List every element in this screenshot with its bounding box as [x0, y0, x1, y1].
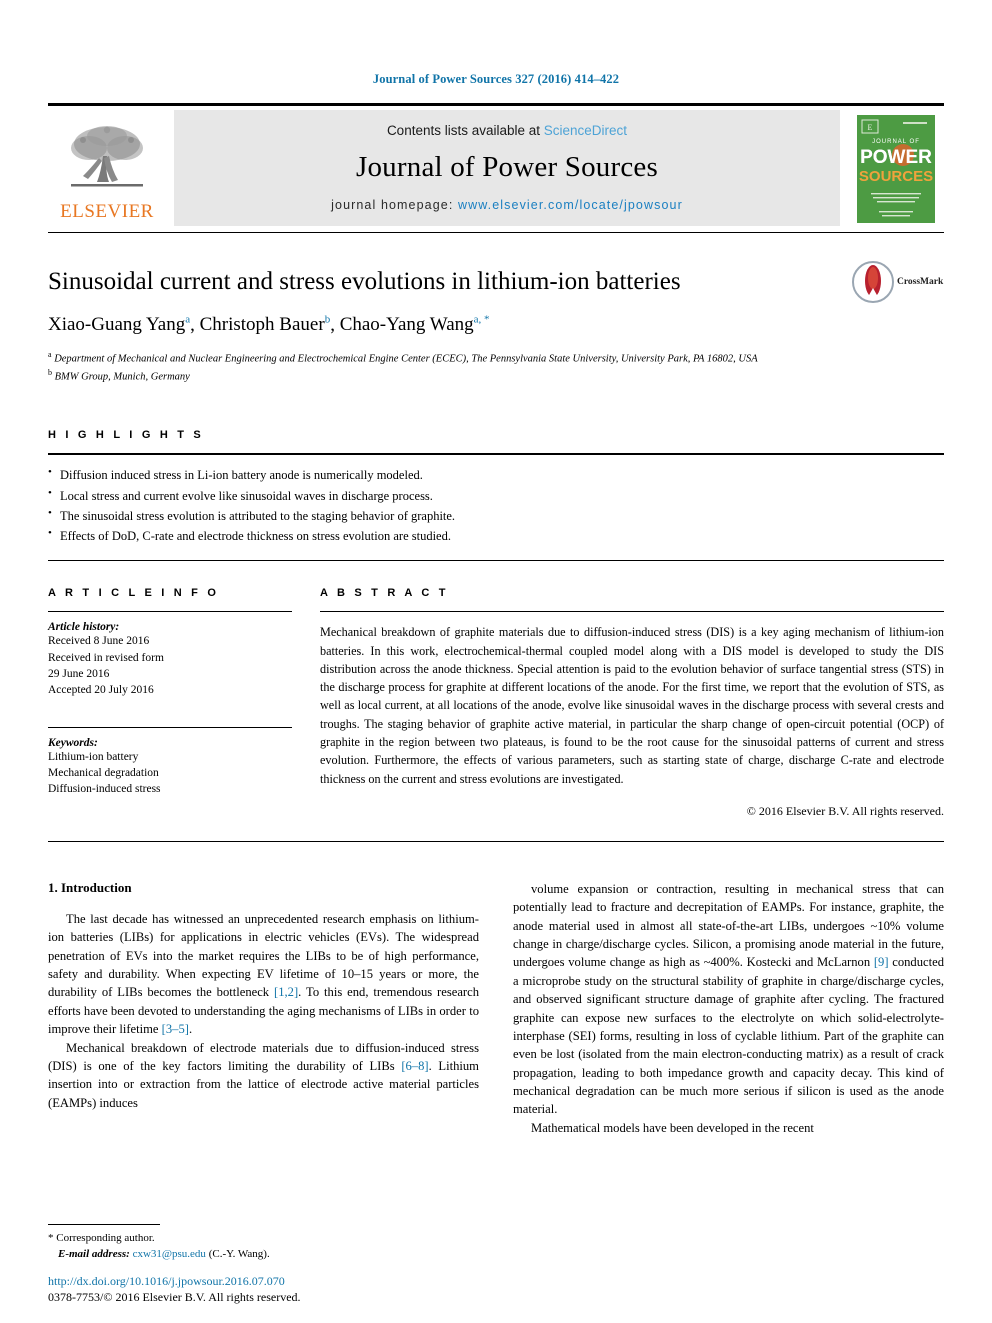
article-history-line: 29 June 2016: [48, 667, 110, 680]
author-1-affiliation-mark: a: [185, 314, 191, 326]
keywords-label: Keywords:: [48, 736, 98, 749]
journal-title: Journal of Power Sources: [356, 150, 658, 183]
paragraph-text: .: [188, 1022, 193, 1037]
elsevier-tree-icon: [71, 125, 143, 186]
paragraph: volume expansion or contraction, resulti…: [513, 880, 944, 1119]
citation-link[interactable]: [1,2]: [274, 985, 298, 999]
homepage-prefix: journal homepage:: [331, 197, 458, 212]
elsevier-logo: ELSEVIER: [48, 106, 166, 232]
abstract-text: Mechanical breakdown of graphite materia…: [320, 625, 944, 786]
list-item: Diffusion induced stress in Li-ion batte…: [48, 464, 944, 485]
keywords-block: Keywords: Lithium-ion battery Mechanical…: [48, 737, 292, 798]
journal-masthead: ELSEVIER Contents lists available at Sci…: [48, 103, 944, 232]
article-info-column: A R T I C L E I N F O Article history: R…: [48, 587, 320, 819]
journal-homepage-link[interactable]: www.elsevier.com/locate/jpowsour: [458, 198, 683, 212]
info-abstract-section: A R T I C L E I N F O Article history: R…: [48, 587, 944, 819]
abstract-heading: A B S T R A C T: [320, 587, 449, 600]
highlights-list: Diffusion induced stress in Li-ion batte…: [48, 455, 944, 546]
author-3-affiliation-mark: a, *: [473, 314, 490, 326]
contents-available-line: Contents lists available at ScienceDirec…: [387, 123, 627, 138]
crossmark-badge[interactable]: CrossMark: [852, 259, 944, 305]
keyword-item: Lithium-ion battery: [48, 750, 139, 763]
body-column-right: volume expansion or contraction, resulti…: [513, 880, 944, 1137]
author-1-name: Xiao-Guang Yang: [48, 314, 186, 336]
article-history-line: Received in revised form: [48, 651, 164, 664]
svg-text:E: E: [868, 123, 873, 132]
body-column-left: 1. Introduction The last decade has witn…: [48, 880, 479, 1137]
article-page: Journal of Power Sources 327 (2016) 414–…: [0, 0, 992, 1323]
affiliation-b-mark: b: [48, 368, 52, 378]
list-item: The sinusoidal stress evolution is attri…: [48, 505, 944, 526]
svg-text:JOURNAL OF: JOURNAL OF: [872, 139, 920, 145]
article-info-rule: [48, 611, 292, 613]
masthead-center: Contents lists available at ScienceDirec…: [174, 110, 840, 226]
crossmark-icon: [852, 261, 894, 303]
article-info-heading: A R T I C L E I N F O: [48, 587, 220, 600]
citation-link[interactable]: [6–8]: [401, 1059, 428, 1073]
author-3: Chao-Yang Wanga, *: [340, 314, 490, 335]
author-2-name: Christoph Bauer: [199, 314, 325, 336]
corresponding-author-footnote: * Corresponding author. E-mail address: …: [48, 1224, 480, 1263]
doi-link[interactable]: http://dx.doi.org/10.1016/j.jpowsour.201…: [48, 1274, 528, 1289]
journal-cover-thumbnail: E JOURNAL OF POWER SOURCES POWER: [848, 106, 944, 232]
author-3-name: Chao-Yang Wang: [339, 314, 474, 336]
email-suffix: (C.-Y. Wang).: [205, 1248, 270, 1261]
contents-prefix: Contents lists available at: [386, 122, 544, 138]
list-item: Effects of DoD, C-rate and electrode thi…: [48, 525, 944, 546]
affiliation-b-text: BMW Group, Munich, Germany: [54, 371, 190, 383]
journal-homepage-line: journal homepage: www.elsevier.com/locat…: [331, 198, 683, 212]
keywords-rule: [48, 726, 292, 728]
email-line: E-mail address: cxw31@psu.edu (C.-Y. Wan…: [48, 1247, 480, 1263]
corresponding-author-line: * Corresponding author.: [48, 1231, 480, 1247]
paragraph-text: Mathematical models have been developed …: [531, 1120, 814, 1135]
title-block: CrossMark Sinusoidal current and stress …: [48, 233, 944, 385]
highlights-heading: H I G H L I G H T S: [48, 429, 204, 442]
abstract-rule: [320, 611, 944, 613]
affiliation-a-text: Department of Mechanical and Nuclear Eng…: [54, 353, 758, 365]
abstract-bottom-rule: [48, 840, 944, 842]
article-history-label: Article history:: [48, 621, 120, 634]
svg-text:SOURCES: SOURCES: [859, 168, 933, 185]
abstract-column: A B S T R A C T Mechanical breakdown of …: [320, 587, 944, 819]
email-link[interactable]: cxw31@psu.edu: [133, 1248, 206, 1260]
highlights-section: H I G H L I G H T S Diffusion induced st…: [48, 429, 944, 562]
abstract-copyright: © 2016 Elsevier B.V. All rights reserved…: [746, 803, 944, 818]
affiliation-a-mark: a: [48, 350, 52, 360]
affiliation-list: a Department of Mechanical and Nuclear E…: [48, 349, 944, 385]
page-title: Sinusoidal current and stress evolutions…: [48, 268, 681, 295]
svg-text:POWER: POWER: [860, 147, 932, 168]
footnote-rule: [48, 1224, 160, 1226]
doi-block: http://dx.doi.org/10.1016/j.jpowsour.201…: [48, 1274, 528, 1305]
author-2: Christoph Bauerb: [200, 314, 331, 335]
running-head: Journal of Power Sources 327 (2016) 414–…: [372, 72, 620, 86]
corresponding-marker: *: [48, 1232, 54, 1245]
body-columns: 1. Introduction The last decade has witn…: [48, 880, 944, 1137]
email-label: E-mail address:: [58, 1248, 130, 1261]
affiliation-a: a Department of Mechanical and Nuclear E…: [48, 349, 944, 367]
crossmark-label: CrossMark: [897, 277, 944, 287]
paragraph-text: conducted a microprobe study on the stru…: [513, 955, 944, 1117]
affiliation-b: b BMW Group, Munich, Germany: [48, 367, 944, 385]
journal-cover-image: E JOURNAL OF POWER SOURCES POWER: [857, 115, 935, 223]
keyword-item: Mechanical degradation: [48, 766, 159, 779]
corresponding-text: Corresponding author.: [56, 1232, 155, 1245]
author-2-affiliation-mark: b: [324, 314, 331, 326]
issn-copyright-line: 0378-7753/© 2016 Elsevier B.V. All right…: [48, 1290, 301, 1304]
keyword-item: Diffusion-induced stress: [48, 783, 161, 796]
paragraph: The last decade has witnessed an unprece…: [48, 910, 479, 1039]
citation-link[interactable]: [3–5]: [162, 1022, 189, 1036]
highlights-rule-bottom: [48, 560, 944, 562]
sciencedirect-link[interactable]: ScienceDirect: [544, 123, 627, 138]
paragraph: Mechanical breakdown of electrode materi…: [48, 1039, 479, 1113]
elsevier-wordmark: ELSEVIER: [60, 200, 154, 222]
author-list: Xiao-Guang Yanga, Christoph Bauerb, Chao…: [48, 314, 490, 336]
section-title-introduction: 1. Introduction: [48, 879, 132, 895]
paragraph: Mathematical models have been developed …: [513, 1119, 944, 1137]
article-history-line: Accepted 20 July 2016: [48, 684, 154, 697]
article-history-line: Received 8 June 2016: [48, 635, 150, 648]
list-item: Local stress and current evolve like sin…: [48, 485, 944, 506]
author-1: Xiao-Guang Yanga: [48, 314, 190, 335]
citation-link[interactable]: [9]: [874, 955, 889, 969]
